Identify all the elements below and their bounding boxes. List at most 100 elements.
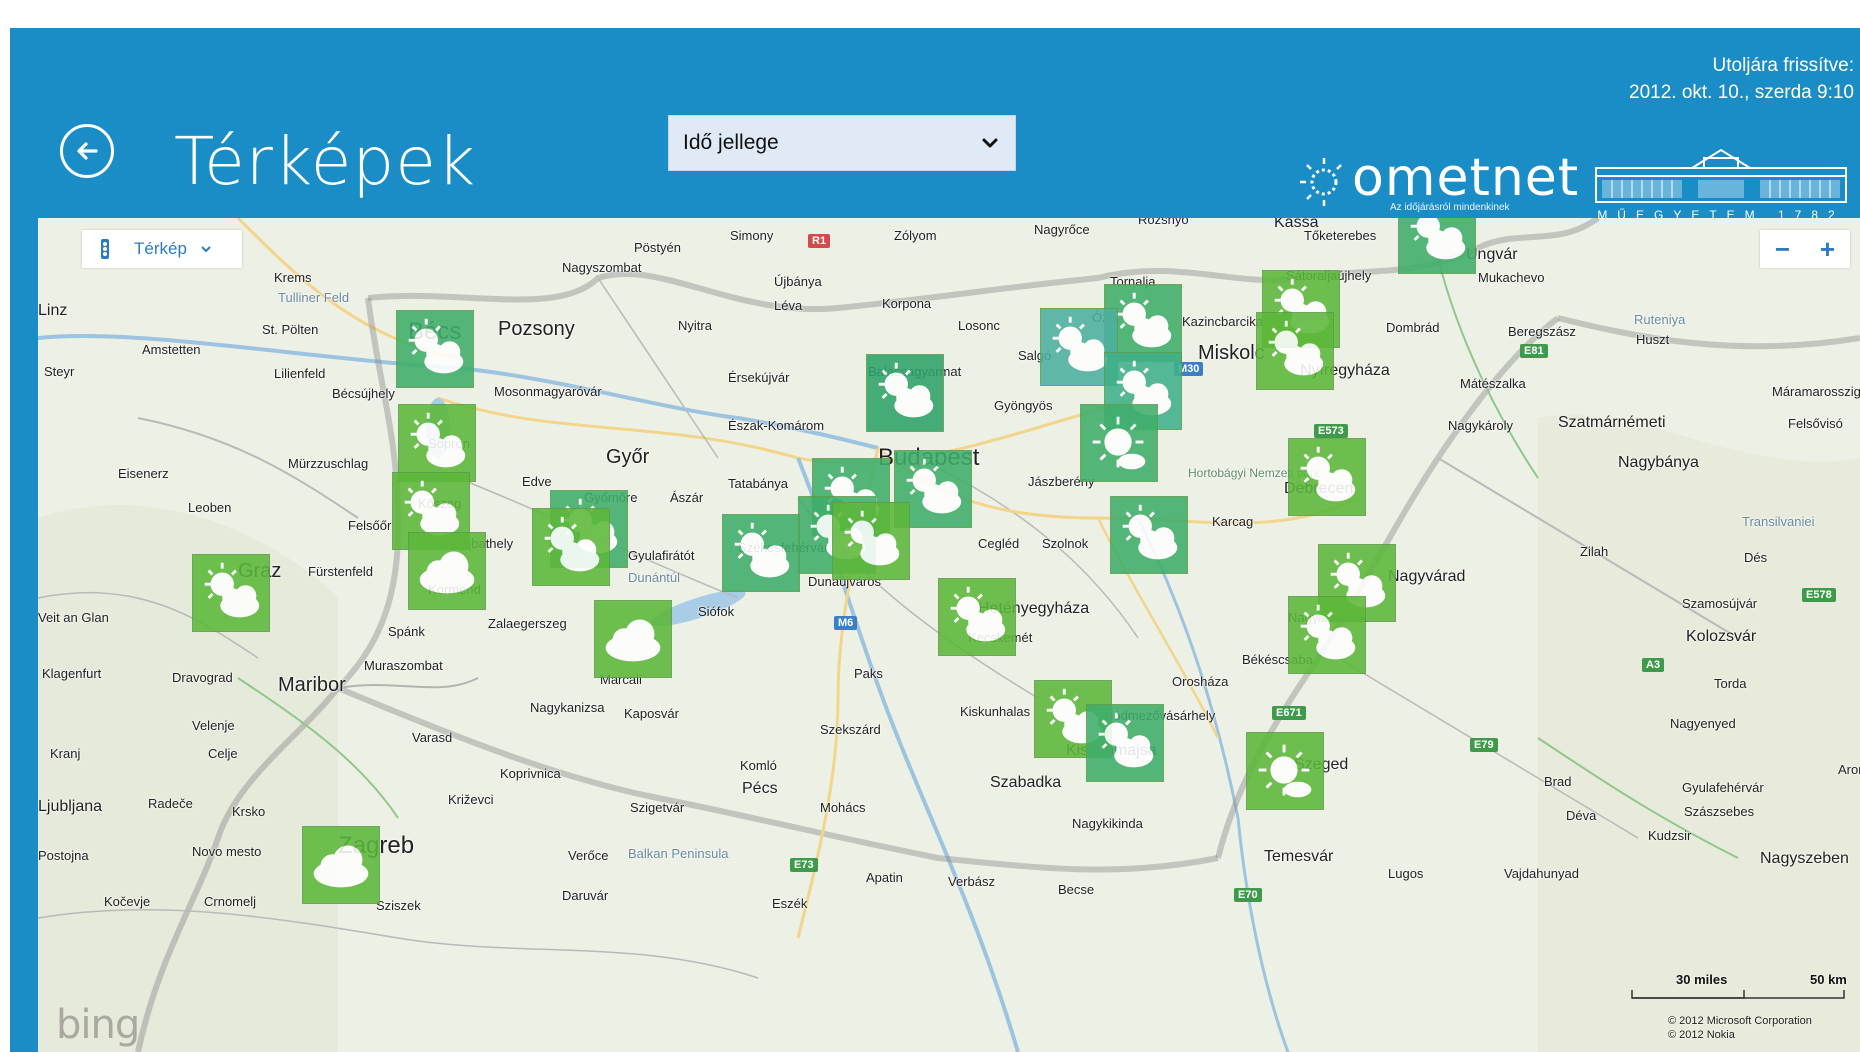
back-arrow-icon — [77, 142, 98, 160]
place-label: Szabadka — [990, 774, 1062, 791]
place-label: Tulliner Feld — [278, 290, 350, 305]
place-label: Klagenfurt — [42, 666, 102, 681]
traffic-light-icon — [101, 239, 109, 259]
place-label: Szatmárnémeti — [1558, 414, 1666, 431]
sun-cloud-icon — [544, 516, 600, 572]
sun-cloud-icon — [950, 586, 1006, 642]
place-label: Orosháza — [1172, 674, 1229, 689]
place-label: Mátészalka — [1460, 376, 1526, 391]
place-label: Kaposvár — [624, 706, 679, 721]
road-shield: M6 — [834, 616, 858, 630]
cloud-icon — [605, 619, 661, 662]
sun-cloud-weather-tile[interactable] — [1086, 704, 1164, 782]
sun-weather-tile[interactable] — [1246, 732, 1324, 810]
place-label: Krems — [274, 270, 312, 285]
place-label: Dunántúl — [628, 570, 681, 585]
road-shield: E79 — [1470, 738, 1498, 752]
scale-bar: 30 miles 50 km — [1624, 972, 1854, 1002]
place-label: Bécsújhely — [332, 386, 395, 401]
place-label: Dombrád — [1386, 320, 1440, 335]
sun-weather-tile[interactable] — [1080, 404, 1158, 482]
sun-cloud-weather-tile[interactable] — [1256, 312, 1334, 390]
weather-map[interactable]: Kassa Rozsnyó Nagyrőce Zólyom Simony Pöstyén T… — [38, 218, 1860, 1052]
road-shield: E573 — [1314, 424, 1348, 438]
place-label: Gyulafehérvár — [1682, 780, 1764, 795]
place-label: Léva — [774, 298, 803, 313]
place-label: Nagykároly — [1448, 418, 1514, 433]
place-label: Eisenerz — [118, 466, 169, 481]
place-label: Kolozsvár — [1686, 628, 1757, 645]
copyright-line: © 2012 Microsoft Corporation — [1668, 1015, 1812, 1027]
place-label: Balkan Peninsula — [628, 846, 729, 861]
sun-cloud-weather-tile[interactable] — [866, 354, 944, 432]
place-label: Postojna — [38, 848, 89, 863]
place-label: Sziszek — [376, 898, 421, 913]
sun-cloud-weather-tile[interactable] — [722, 514, 800, 592]
page-title: Térképek — [174, 123, 477, 200]
sun-cloud-weather-tile[interactable] — [1288, 596, 1366, 674]
place-label: Kiskunhalas — [960, 704, 1031, 719]
cloud-weather-tile[interactable] — [302, 826, 380, 904]
road-shield: E81 — [1520, 344, 1548, 358]
map-type-label: Térkép — [134, 239, 187, 258]
cloud-weather-tile[interactable] — [408, 532, 486, 610]
place-label: Fürstenfeld — [308, 564, 374, 579]
place-label: Zilah — [1580, 544, 1609, 559]
place-label: Lugos — [1388, 866, 1424, 881]
zoom-in-button[interactable]: + — [1805, 230, 1850, 268]
last-updated-time: 2012. okt. 10., szerda 9:10 — [1629, 82, 1854, 103]
sun-logo-icon — [1300, 158, 1342, 206]
ometnet-wordmark: ometnet — [1352, 148, 1580, 208]
chevron-down-icon — [201, 246, 211, 253]
sun-cloud-weather-tile[interactable] — [832, 502, 910, 580]
scale-line-icon — [1631, 990, 1845, 999]
select-value: Idő jellege — [683, 131, 779, 154]
cloud-weather-tile[interactable] — [594, 600, 672, 678]
road-shield: R1 — [808, 234, 831, 248]
sun-cloud-weather-tile[interactable] — [192, 554, 270, 632]
place-label: Kočevje — [104, 894, 151, 909]
place-label: Pécs — [742, 780, 778, 797]
back-button[interactable] — [60, 124, 114, 178]
place-label: St. Pölten — [262, 322, 319, 337]
place-label: Losonc — [958, 318, 1000, 333]
sun-cloud-weather-tile[interactable] — [532, 508, 610, 586]
place-label: Eszék — [772, 896, 808, 911]
sun-cloud-weather-tile[interactable] — [938, 578, 1016, 656]
place-label: Dravograd — [172, 670, 233, 685]
ometnet-tagline: Az időjárásról mindenkinek — [1390, 202, 1510, 213]
map-copyright: © 2012 Microsoft Corporation © 2012 Noki… — [1668, 1014, 1812, 1042]
place-label: Pöstyén — [634, 240, 681, 255]
place-label: Crnomelj — [204, 894, 257, 909]
place-label: Nagyrőce — [1034, 222, 1090, 237]
place-label: Nagyenyed — [1670, 716, 1736, 731]
header: Térképek Idő jellege ometnet Az időjárás… — [10, 28, 1860, 222]
last-updated: Utoljára frissítve: 2012. okt. 10., szer… — [1629, 52, 1854, 106]
weather-type-select[interactable]: Idő jellege — [668, 115, 1016, 171]
place-label: Apatin — [866, 870, 903, 885]
zoom-out-button[interactable]: − — [1760, 230, 1805, 268]
place-label: Becse — [1058, 882, 1095, 897]
road-shield: E578 — [1802, 588, 1836, 602]
place-label: Újbánya — [774, 274, 822, 289]
place-label: Észak-Komárom — [728, 418, 825, 433]
place-label: Linz — [38, 302, 68, 319]
sun-cloud-icon — [1300, 604, 1356, 660]
place-label: Zalaegerszeg — [488, 616, 567, 631]
sun-cloud-icon — [1268, 320, 1324, 376]
place-label: Ászár — [670, 490, 704, 505]
sun-cloud-icon — [1122, 504, 1178, 560]
sun-cloud-weather-tile[interactable] — [1398, 218, 1476, 274]
sun-cloud-icon — [408, 318, 464, 374]
sun-cloud-weather-tile[interactable] — [1288, 438, 1366, 516]
place-label: Brad — [1544, 774, 1572, 789]
place-label: Nagykikinda — [1072, 816, 1143, 831]
sun-cloud-weather-tile[interactable] — [1110, 496, 1188, 574]
place-label: Lilienfeld — [274, 366, 326, 381]
sun-cloud-weather-tile[interactable] — [398, 404, 476, 482]
place-label: Szamosújvár — [1682, 596, 1758, 611]
place-label: Celje — [208, 746, 238, 761]
sun-cloud-weather-tile[interactable] — [396, 310, 474, 388]
map-type-control[interactable]: Térkép — [82, 230, 242, 268]
sun-cloud-icon — [878, 362, 934, 418]
